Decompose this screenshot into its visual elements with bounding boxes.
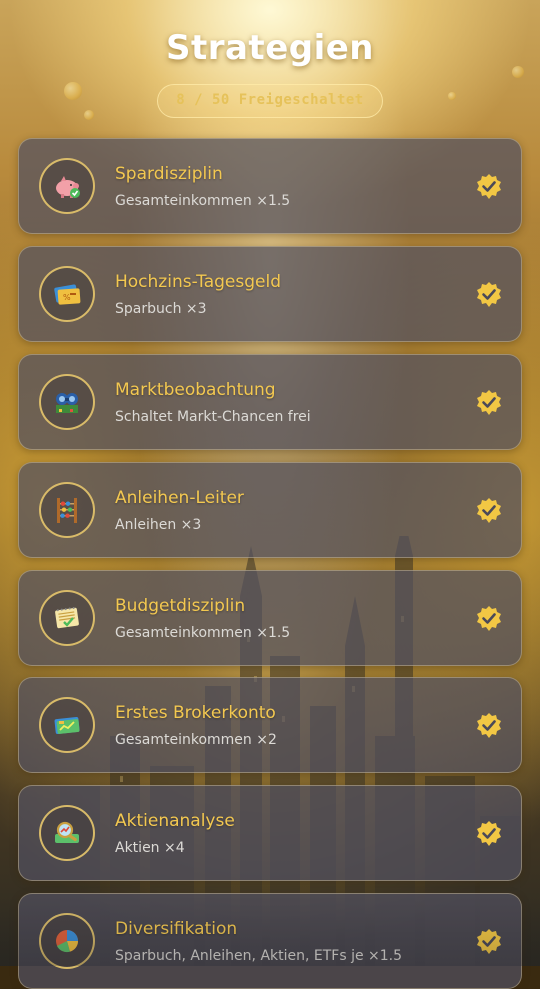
strategy-effect: Schaltet Markt-Chancen frei xyxy=(115,409,311,425)
unlocked-check-icon xyxy=(477,713,501,738)
unlocked-check-icon xyxy=(477,282,501,307)
strategy-effect: Sparbuch ×3 xyxy=(115,301,207,317)
floating-coin xyxy=(64,82,82,100)
strategy-effect: Gesamteinkommen ×1.5 xyxy=(115,193,291,209)
pie-chart-icon xyxy=(39,913,95,969)
strategy-title: Budgetdisziplin xyxy=(115,596,246,616)
strategy-card-marktbeobachtung[interactable]: Marktbeobachtung Schaltet Markt-Chancen … xyxy=(18,354,522,450)
unlocked-check-icon xyxy=(477,498,501,523)
strategy-effect: Anleihen ×3 xyxy=(115,517,202,533)
market-stall-icon xyxy=(39,374,95,430)
savings-book-icon: % xyxy=(39,266,95,322)
unlocked-check-icon xyxy=(477,390,501,415)
unlocked-check-icon xyxy=(477,929,501,954)
strategy-card-aktienanalyse[interactable]: Aktienanalyse Aktien ×4 xyxy=(18,785,522,881)
strategy-title: Diversifikation xyxy=(115,919,238,939)
strategy-title: Aktienanalyse xyxy=(115,811,235,831)
strategy-card-hochzins-tagesgeld[interactable]: % Hochzins-Tagesgeld Sparbuch ×3 xyxy=(18,246,522,342)
floating-coin xyxy=(448,92,456,100)
broker-card-icon xyxy=(39,697,95,753)
strategy-title: Spardisziplin xyxy=(115,164,223,184)
strategy-card-budgetdisziplin[interactable]: Budgetdisziplin Gesamteinkommen ×1.5 xyxy=(18,570,522,666)
unlocked-check-icon xyxy=(477,174,501,199)
strategy-card-erstes-brokerkonto[interactable]: Erstes Brokerkonto Gesamteinkommen ×2 xyxy=(18,677,522,773)
page-title: Strategien xyxy=(165,28,375,68)
piggy-bank-icon xyxy=(39,158,95,214)
magnifier-chart-icon xyxy=(39,805,95,861)
strategy-effect: Gesamteinkommen ×1.5 xyxy=(115,625,291,641)
strategy-title: Hochzins-Tagesgeld xyxy=(115,272,282,292)
abacus-ladder-icon xyxy=(39,482,95,538)
budget-notebook-icon xyxy=(39,590,95,646)
svg-text:%: % xyxy=(63,293,71,302)
floating-coin xyxy=(84,110,94,120)
unlock-progress-badge: 8 / 50 Freigeschaltet xyxy=(157,84,383,118)
strategy-title: Anleihen-Leiter xyxy=(115,488,244,508)
strategy-effect: Aktien ×4 xyxy=(115,840,185,856)
strategy-card-spardisziplin[interactable]: Spardisziplin Gesamteinkommen ×1.5 xyxy=(18,138,522,234)
strategy-effect: Gesamteinkommen ×2 xyxy=(115,732,277,748)
strategy-card-diversifikation[interactable]: Diversifikation Sparbuch, Anleihen, Akti… xyxy=(18,893,522,989)
strategy-effect: Sparbuch, Anleihen, Aktien, ETFs je ×1.5 xyxy=(115,948,403,964)
strategy-title: Marktbeobachtung xyxy=(115,380,276,400)
strategy-title: Erstes Brokerkonto xyxy=(115,703,276,723)
unlocked-check-icon xyxy=(477,821,501,846)
strategy-card-anleihen-leiter[interactable]: Anleihen-Leiter Anleihen ×3 xyxy=(18,462,522,558)
unlocked-check-icon xyxy=(477,606,501,631)
